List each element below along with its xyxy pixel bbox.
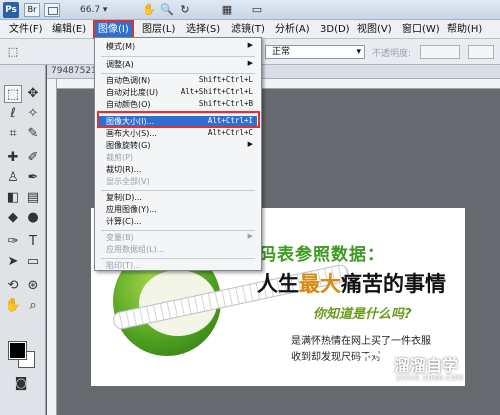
rotate-icon[interactable]: ↻ bbox=[178, 3, 192, 17]
mini-bridge-button[interactable] bbox=[44, 3, 60, 17]
history-brush-icon[interactable]: ✒ bbox=[24, 169, 42, 187]
menu-item-auto-color[interactable]: 自动颜色(O) Shift+Ctrl+B bbox=[99, 99, 257, 111]
blend-mode-select[interactable]: 正常 ▾ bbox=[265, 45, 365, 59]
menu-item-image-size[interactable]: 图像大小(I)... Alt+Ctrl+I bbox=[99, 116, 257, 128]
submenu-arrow-icon: ▶ bbox=[247, 140, 253, 148]
tool-preset-icon[interactable]: ⬚ bbox=[6, 45, 20, 59]
menu-item-auto-tone[interactable]: 自动色调(N) Shift+Ctrl+L bbox=[99, 75, 257, 87]
photoshop-logo: Ps bbox=[3, 2, 19, 18]
menu-select[interactable]: 选择(S) bbox=[183, 22, 223, 37]
zoom-value: 66.7 bbox=[80, 5, 101, 15]
menu-help[interactable]: 帮助(H) bbox=[444, 22, 485, 37]
path-select-icon[interactable]: ➤ bbox=[4, 253, 22, 271]
menu-item-apply-image[interactable]: 应用图像(Y)... bbox=[99, 204, 257, 216]
menu-separator bbox=[101, 113, 255, 114]
hand-icon[interactable]: ✋ bbox=[142, 3, 156, 17]
watermark-play-icon bbox=[358, 352, 388, 382]
pen-tool-icon[interactable]: ✑ bbox=[4, 233, 22, 251]
canvas-body-line1: 是满怀热情在网上买了一件衣服 bbox=[291, 336, 431, 347]
menu-image[interactable]: 图像(I) bbox=[93, 20, 134, 39]
quick-mask-icon[interactable]: ◙ bbox=[12, 375, 30, 393]
menu-item-image-rotation[interactable]: 图像旋转(G) ▶ bbox=[99, 140, 257, 152]
image-menu-dropdown: 模式(M) ▶ 调整(A) ▶ 自动色调(N) Shift+Ctrl+L 自动对比度(… bbox=[94, 37, 262, 271]
menu-item-duplicate[interactable]: 复制(D)... bbox=[99, 192, 257, 204]
menu-separator bbox=[101, 56, 255, 57]
menu-analysis[interactable]: 分析(A) bbox=[272, 22, 313, 37]
menu-edit[interactable]: 编辑(E) bbox=[49, 22, 89, 37]
watermark: 溜溜自学 ZIXUE.3D66.COM bbox=[358, 352, 498, 392]
marquee-tool-icon[interactable]: ⬚ bbox=[4, 85, 22, 103]
menu-item-calculations[interactable]: 计算(C)... bbox=[99, 216, 257, 228]
screen-mode-icon[interactable]: ▭ bbox=[250, 3, 264, 17]
menu-view[interactable]: 视图(V) bbox=[354, 22, 395, 37]
bridge-button[interactable]: Br bbox=[24, 3, 40, 17]
menu-item-adjustments[interactable]: 调整(A) ▶ bbox=[99, 59, 257, 71]
eyedropper-icon[interactable]: ✎ bbox=[24, 125, 42, 143]
canvas-headline: 人生最大痛苦的事情 bbox=[257, 268, 446, 298]
zoom-level[interactable]: 66.7 ▾ bbox=[80, 3, 132, 17]
shape-tool-icon[interactable]: ▭ bbox=[24, 253, 42, 271]
menu-window[interactable]: 窗口(W) bbox=[399, 22, 443, 37]
menu-filter[interactable]: 滤镜(T) bbox=[228, 22, 268, 37]
zoom-icon[interactable]: 🔍 bbox=[160, 3, 174, 17]
menu-separator bbox=[101, 190, 255, 191]
3d-rotate-icon[interactable]: ⟲ bbox=[4, 277, 22, 295]
toolbox: ⬚ ✥ ℓ ✧ ⌗ ✎ ✚ ✐ ♙ ✒ ◧ ▤ ◆ ● ✑ T ➤ ▭ ⟲ ⊛ … bbox=[0, 65, 46, 415]
chevron-down-icon: ▾ bbox=[356, 47, 361, 57]
vertical-ruler bbox=[47, 79, 57, 415]
opacity-label: 不透明度: bbox=[372, 49, 412, 59]
headline-pre: 人生 bbox=[257, 272, 299, 296]
menu-separator bbox=[101, 230, 255, 231]
menu-item-canvas-size[interactable]: 画布大小(S)... Alt+Ctrl+C bbox=[99, 128, 257, 140]
submenu-arrow-icon: ▶ bbox=[247, 41, 253, 49]
document-tab-label: 79487521 bbox=[51, 66, 97, 76]
application-bar: Ps Br 66.7 ▾ ✋ 🔍 ↻ ▦ ▭ bbox=[0, 0, 500, 20]
menu-item-mode[interactable]: 模式(M) ▶ bbox=[99, 41, 257, 53]
opacity-field[interactable] bbox=[420, 45, 460, 59]
canvas-title: 码表参照数据： bbox=[259, 245, 385, 265]
menu-separator bbox=[101, 73, 255, 74]
crop-tool-icon[interactable]: ⌗ bbox=[4, 125, 22, 143]
menu-item-variables: 变量(B) ▶ bbox=[106, 232, 253, 242]
eraser-tool-icon[interactable]: ◧ bbox=[4, 189, 22, 207]
canvas-question: 你知道是什么吗? bbox=[313, 307, 412, 322]
foreground-color-swatch[interactable] bbox=[8, 341, 27, 360]
healing-brush-icon[interactable]: ✚ bbox=[4, 149, 22, 167]
menu-3d[interactable]: 3D(D) bbox=[317, 22, 353, 37]
blur-tool-icon[interactable]: ◆ bbox=[4, 209, 22, 227]
menu-separator bbox=[101, 258, 255, 259]
menu-item-auto-contrast[interactable]: 自动对比度(U) Alt+Shift+Ctrl+L bbox=[99, 87, 257, 99]
headline-highlight: 最大 bbox=[299, 272, 341, 296]
gradient-tool-icon[interactable]: ▤ bbox=[24, 189, 42, 207]
type-tool-icon[interactable]: T bbox=[24, 233, 42, 251]
headline-post: 痛苦的事情 bbox=[341, 272, 446, 296]
menu-item-trap: 陷印(T)... bbox=[106, 261, 141, 270]
submenu-arrow-icon: ▶ bbox=[247, 232, 253, 240]
menu-file[interactable]: 文件(F) bbox=[6, 22, 46, 37]
lasso-tool-icon[interactable]: ℓ bbox=[4, 105, 22, 123]
move-tool-icon[interactable]: ✥ bbox=[24, 85, 42, 103]
blend-mode-value: 正常 bbox=[272, 47, 291, 57]
zoom-tool-icon[interactable]: ⌕ bbox=[24, 297, 42, 315]
menu-item-crop: 裁剪(P) bbox=[106, 153, 134, 162]
hand-tool-icon[interactable]: ✋ bbox=[4, 297, 22, 315]
grid-icon[interactable]: ▦ bbox=[220, 3, 234, 17]
flow-field[interactable] bbox=[468, 45, 494, 59]
watermark-name: 溜溜自学 bbox=[394, 356, 459, 375]
menu-layer[interactable]: 图层(L) bbox=[139, 22, 178, 37]
menu-item-apply-data-set: 应用数据组(L)... bbox=[106, 245, 165, 254]
watermark-url: ZIXUE.3D66.COM bbox=[396, 374, 464, 382]
clone-stamp-icon[interactable]: ♙ bbox=[4, 169, 22, 187]
menu-item-reveal-all: 显示全部(V) bbox=[106, 177, 150, 186]
menu-item-trim[interactable]: 裁切(R)... bbox=[99, 164, 257, 176]
3d-orbit-icon[interactable]: ⊛ bbox=[24, 277, 42, 295]
submenu-arrow-icon: ▶ bbox=[247, 59, 253, 67]
dodge-tool-icon[interactable]: ● bbox=[24, 209, 42, 227]
magic-wand-icon[interactable]: ✧ bbox=[24, 105, 42, 123]
brush-tool-icon[interactable]: ✐ bbox=[24, 149, 42, 167]
